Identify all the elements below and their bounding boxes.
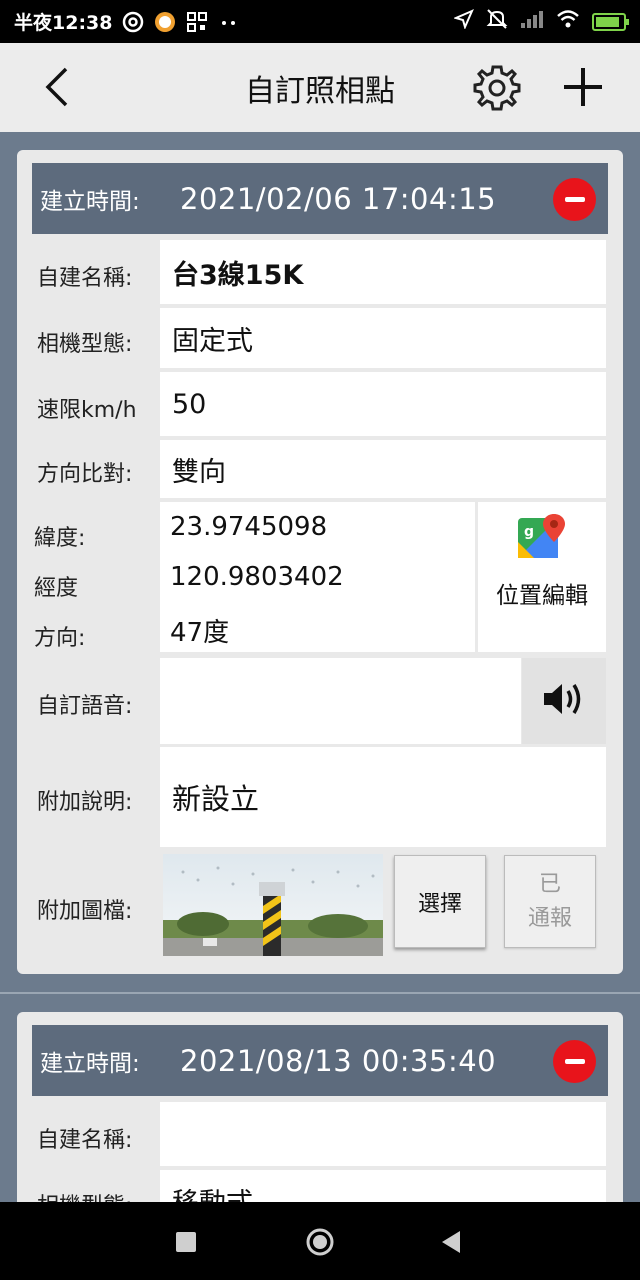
camera-type-label: 相機型態:: [37, 332, 133, 357]
created-value: 2021/08/13 00:35:40: [180, 1043, 497, 1078]
direction-match-select[interactable]: 雙向: [160, 440, 606, 498]
latitude-label: 緯度:: [34, 526, 86, 551]
created-label: 建立時間:: [40, 1050, 140, 1077]
record-header: 建立時間: 2021/02/06 17:04:15: [32, 163, 608, 234]
attached-photo[interactable]: [163, 854, 383, 956]
record-header: 建立時間: 2021/08/13 00:35:40: [32, 1025, 608, 1096]
name-field[interactable]: 台3線15K: [160, 240, 606, 304]
records-list[interactable]: 建立時間: 2021/02/06 17:04:15 自建名稱: 台3線15K 相…: [0, 132, 640, 1202]
speaker-icon: [541, 679, 587, 723]
edit-location-label: 位置編輯: [496, 583, 588, 609]
reported-line2: 通報: [527, 905, 572, 931]
heading-value: 47度: [170, 618, 230, 648]
longitude-value: 120.9803402: [170, 562, 344, 592]
more-dots-icon: [218, 11, 240, 33]
plus-icon[interactable]: [561, 65, 605, 109]
edit-location-button[interactable]: g 位置編輯: [478, 502, 606, 652]
select-image-button[interactable]: 選擇: [394, 855, 486, 948]
location-icon: [453, 9, 474, 34]
speaker-button[interactable]: [522, 658, 606, 744]
created-value: 2021/02/06 17:04:15: [180, 181, 497, 216]
wifi-icon: [556, 9, 580, 34]
system-nav-bar: [0, 1202, 640, 1280]
battery-icon: [592, 12, 629, 31]
camera-type-select[interactable]: 固定式: [160, 308, 606, 368]
app-bar: 自訂照相點: [0, 43, 640, 132]
delete-icon[interactable]: [553, 178, 596, 221]
reported-button[interactable]: 已 通報: [504, 855, 596, 948]
speed-limit-field[interactable]: 50: [160, 372, 606, 436]
gear-icon[interactable]: [472, 63, 522, 113]
longitude-label: 經度: [34, 576, 79, 601]
qr-icon: [186, 11, 208, 33]
camera-type-label: 相機型態:: [37, 1188, 132, 1202]
note-field[interactable]: 新設立: [160, 747, 606, 847]
at-icon: [122, 11, 144, 33]
camera-type-select[interactable]: 移動式: [160, 1170, 606, 1202]
signal-icon: [520, 9, 544, 34]
status-time: 半夜12:38: [14, 12, 113, 34]
back-nav-icon[interactable]: [440, 1229, 462, 1259]
status-bar: 半夜12:38: [0, 0, 640, 43]
google-maps-icon: g: [516, 512, 568, 566]
direction-match-label: 方向比對:: [37, 462, 133, 487]
name-field[interactable]: [160, 1102, 606, 1166]
mute-icon: [486, 8, 508, 35]
home-icon[interactable]: [305, 1227, 335, 1261]
recent-apps-icon[interactable]: [176, 1232, 196, 1252]
record-card: 建立時間: 2021/08/13 00:35:40 自建名稱: 相機型態: 移動…: [17, 1012, 623, 1202]
heading-label: 方向:: [34, 626, 86, 651]
svg-text:g: g: [524, 524, 534, 540]
voice-label: 自訂語音:: [37, 694, 133, 719]
name-label: 自建名稱:: [37, 1128, 133, 1153]
name-label: 自建名稱:: [37, 266, 133, 291]
record-card: 建立時間: 2021/02/06 17:04:15 自建名稱: 台3線15K 相…: [17, 150, 623, 974]
reported-line1: 已: [538, 871, 561, 897]
voice-field[interactable]: [160, 658, 521, 744]
latitude-value: 23.9745098: [170, 512, 328, 542]
page-title: 自訂照相點: [245, 73, 395, 109]
delete-icon[interactable]: [553, 1040, 596, 1083]
note-label: 附加說明:: [37, 790, 133, 815]
card-divider: [0, 992, 640, 994]
created-label: 建立時間:: [40, 188, 140, 215]
app-notification-icon: [154, 11, 176, 33]
image-label: 附加圖檔:: [37, 899, 133, 924]
coordinate-box: 23.9745098 120.9803402 47度: [160, 502, 475, 652]
speed-limit-label: 速限km/h: [37, 398, 137, 423]
